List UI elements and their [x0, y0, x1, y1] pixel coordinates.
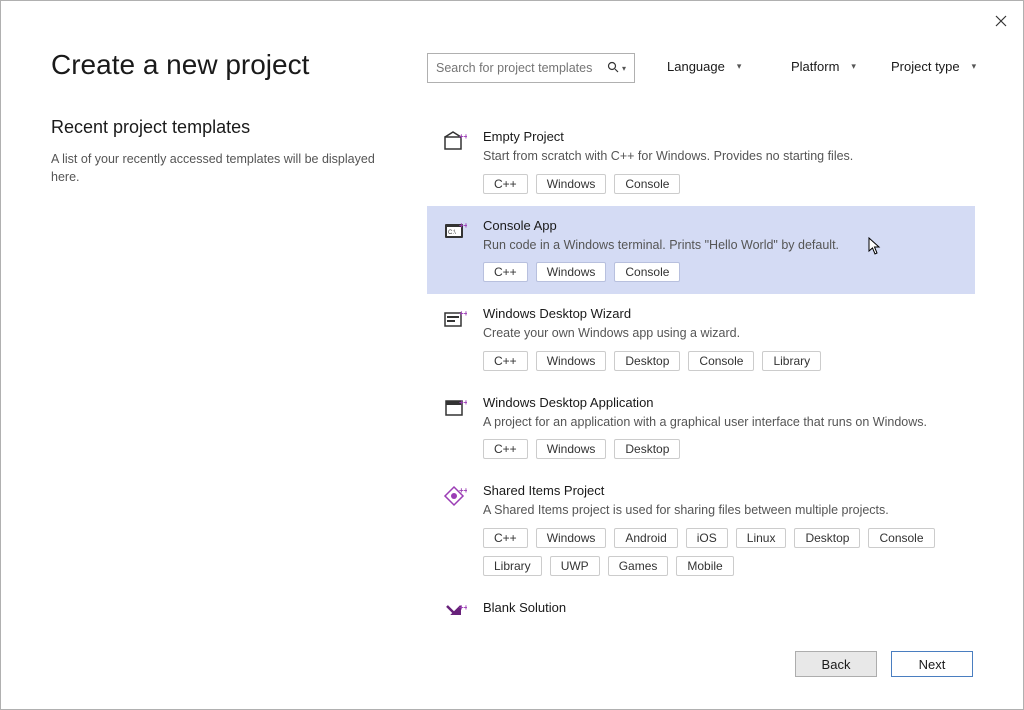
next-button[interactable]: Next [891, 651, 973, 677]
chevron-down-icon[interactable]: ▾ [622, 64, 626, 73]
template-tag: Windows [536, 174, 607, 194]
template-tags: C++ Windows Console [483, 174, 963, 194]
template-title: Empty Project [483, 129, 963, 144]
template-tag: Library [762, 351, 821, 371]
template-item[interactable]: ++Blank SolutionCreate an empty solution… [427, 588, 975, 616]
template-description: A Shared Items project is used for shari… [483, 502, 963, 520]
template-description: A project for an application with a grap… [483, 414, 963, 432]
template-tag: Windows [536, 439, 607, 459]
filter-project-type-label: Project type [891, 59, 960, 74]
project-template-icon: ++ [443, 397, 467, 421]
template-tag: Desktop [794, 528, 860, 548]
template-description: Run code in a Windows terminal. Prints "… [483, 237, 963, 255]
chevron-down-icon: ▾ [972, 61, 977, 72]
template-tag: C++ [483, 439, 528, 459]
template-item[interactable]: C:\++ Console App Run code in a Windows te… [427, 206, 975, 295]
close-button[interactable] [991, 11, 1011, 31]
project-template-icon: ++ [443, 308, 467, 332]
project-template-icon: ++ [443, 131, 467, 155]
template-tags: C++ Windows Android iOS Linux Desktop Console L… [483, 528, 963, 576]
chevron-down-icon: ▾ [851, 61, 856, 72]
template-tag: Library [483, 556, 542, 576]
template-tag: C++ [483, 528, 528, 548]
template-tag: Windows [536, 262, 607, 282]
project-template-icon: ++ [443, 485, 467, 509]
template-title: Windows Desktop Wizard [483, 306, 963, 321]
template-tag: Mobile [676, 556, 733, 576]
template-tag: Console [868, 528, 934, 548]
filter-platform[interactable]: Platform ▾ [791, 59, 856, 74]
template-title: Shared Items Project [483, 483, 963, 498]
template-tag: iOS [686, 528, 728, 548]
template-title: Console App [483, 218, 963, 233]
svg-text:C:\: C:\ [448, 230, 456, 236]
template-tag: Console [614, 174, 680, 194]
recent-templates-description: A list of your recently accessed templat… [51, 150, 391, 186]
template-tag: Console [688, 351, 754, 371]
search-box[interactable]: ▾ [427, 53, 635, 83]
template-item[interactable]: ++ Shared Items Project A Shared Items pro… [427, 471, 975, 588]
template-tag: UWP [550, 556, 600, 576]
template-tags: C++ Windows Console [483, 262, 963, 282]
template-description: Create your own Windows app using a wiza… [483, 325, 963, 343]
template-list[interactable]: ++ Empty Project Start from scratch with C… [427, 117, 975, 615]
recent-templates-heading: Recent project templates [51, 117, 391, 138]
template-tag: Windows [536, 528, 607, 548]
template-tag: C++ [483, 351, 528, 371]
template-tag: Linux [736, 528, 787, 548]
project-template-icon: ++ [443, 602, 467, 616]
search-input[interactable] [436, 61, 603, 75]
svg-text:++: ++ [459, 398, 467, 407]
template-tag: Games [608, 556, 669, 576]
search-icon[interactable] [607, 61, 619, 76]
template-item[interactable]: ++ Empty Project Start from scratch with C… [427, 117, 975, 206]
template-tag: C++ [483, 262, 528, 282]
chevron-down-icon: ▾ [737, 61, 742, 72]
template-tag: Desktop [614, 351, 680, 371]
svg-text:++: ++ [459, 486, 467, 495]
svg-text:++: ++ [459, 132, 467, 141]
filter-language-label: Language [667, 59, 725, 74]
template-tag: Windows [536, 351, 607, 371]
svg-text:++: ++ [459, 309, 467, 318]
filter-platform-label: Platform [791, 59, 839, 74]
template-tag: Android [614, 528, 677, 548]
template-title: Blank Solution [483, 600, 963, 615]
svg-text:++: ++ [459, 603, 467, 612]
template-tag: Console [614, 262, 680, 282]
template-tags: C++ Windows Desktop Console Library [483, 351, 963, 371]
template-tag: C++ [483, 174, 528, 194]
template-tag: Desktop [614, 439, 680, 459]
filter-project-type[interactable]: Project type ▾ [891, 59, 976, 74]
template-item[interactable]: ++ Windows Desktop Application A project f… [427, 383, 975, 472]
page-title: Create a new project [51, 49, 309, 81]
template-title: Windows Desktop Application [483, 395, 963, 410]
project-template-icon: C:\++ [443, 220, 467, 244]
back-button[interactable]: Back [795, 651, 877, 677]
template-description: Start from scratch with C++ for Windows.… [483, 148, 963, 166]
template-item[interactable]: ++ Windows Desktop Wizard Create your own … [427, 294, 975, 383]
filter-language[interactable]: Language ▾ [667, 59, 741, 74]
template-tags: C++ Windows Desktop [483, 439, 963, 459]
svg-text:++: ++ [459, 221, 467, 230]
